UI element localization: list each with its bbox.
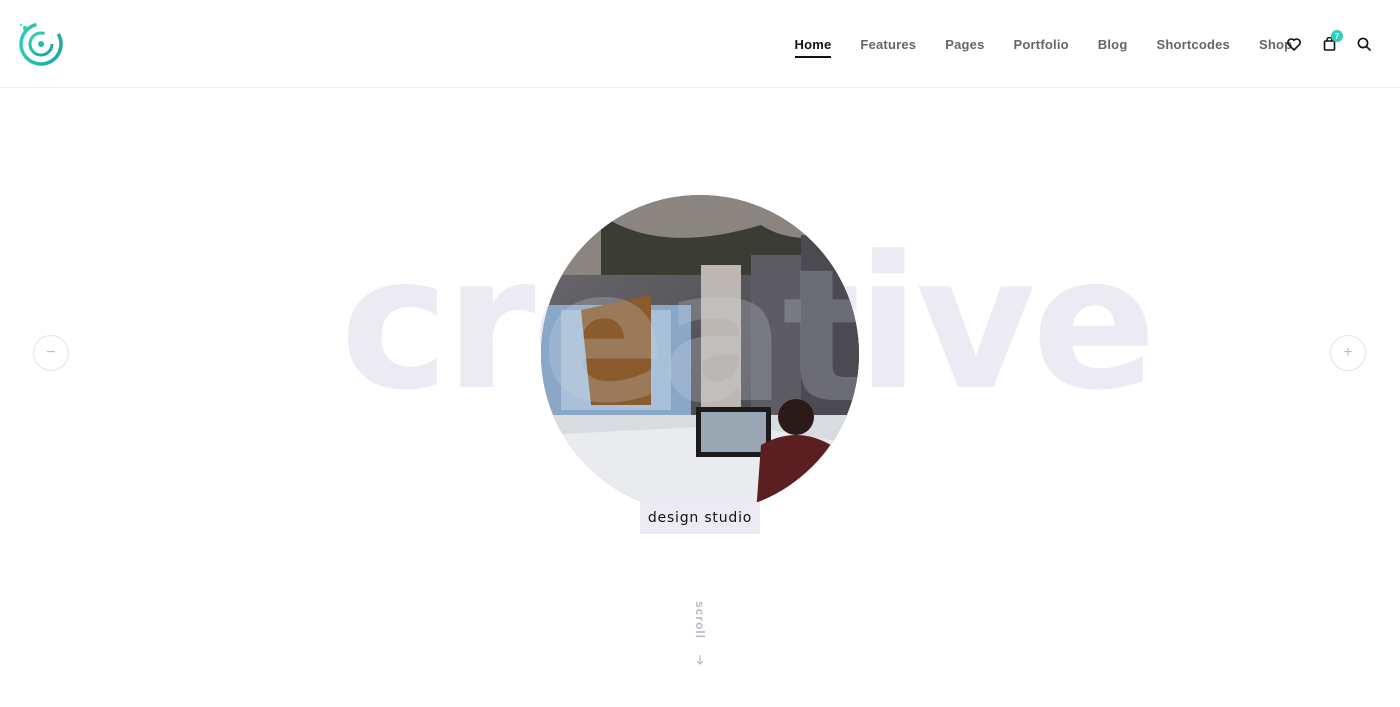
slider-prev-button[interactable]: −: [33, 335, 69, 371]
nav-item-pages[interactable]: Pages: [945, 37, 984, 52]
svg-text:eati: eati: [541, 230, 859, 444]
office-photo-image: eati: [541, 195, 859, 513]
main-nav: Home Features Pages Portfolio Blog Short…: [780, 0, 1307, 88]
search-icon: [1357, 37, 1371, 51]
arrow-down-icon[interactable]: [694, 654, 706, 666]
minus-icon: −: [46, 344, 56, 361]
nav-item-blog[interactable]: Blog: [1098, 37, 1128, 52]
g-circuit-logo-icon[interactable]: [16, 20, 66, 68]
nav-item-shortcodes[interactable]: Shortcodes: [1156, 37, 1230, 52]
cart-count-badge: 7: [1331, 30, 1343, 42]
site-header: Home Features Pages Portfolio Blog Short…: [0, 0, 1400, 88]
scroll-label: scroll: [693, 600, 708, 640]
scroll-indicator[interactable]: scroll: [686, 600, 714, 640]
nav-item-portfolio[interactable]: Portfolio: [1014, 37, 1069, 52]
nav-item-home[interactable]: Home: [794, 37, 832, 58]
hero-caption: design studio: [640, 502, 760, 534]
heart-icon: [1287, 37, 1301, 51]
wishlist-button[interactable]: [1284, 34, 1304, 54]
nav-item-features[interactable]: Features: [860, 37, 916, 52]
plus-icon: +: [1343, 344, 1353, 361]
slider-next-button[interactable]: +: [1330, 335, 1366, 371]
hero-image-circle: eati: [541, 195, 859, 513]
search-button[interactable]: [1354, 34, 1374, 54]
